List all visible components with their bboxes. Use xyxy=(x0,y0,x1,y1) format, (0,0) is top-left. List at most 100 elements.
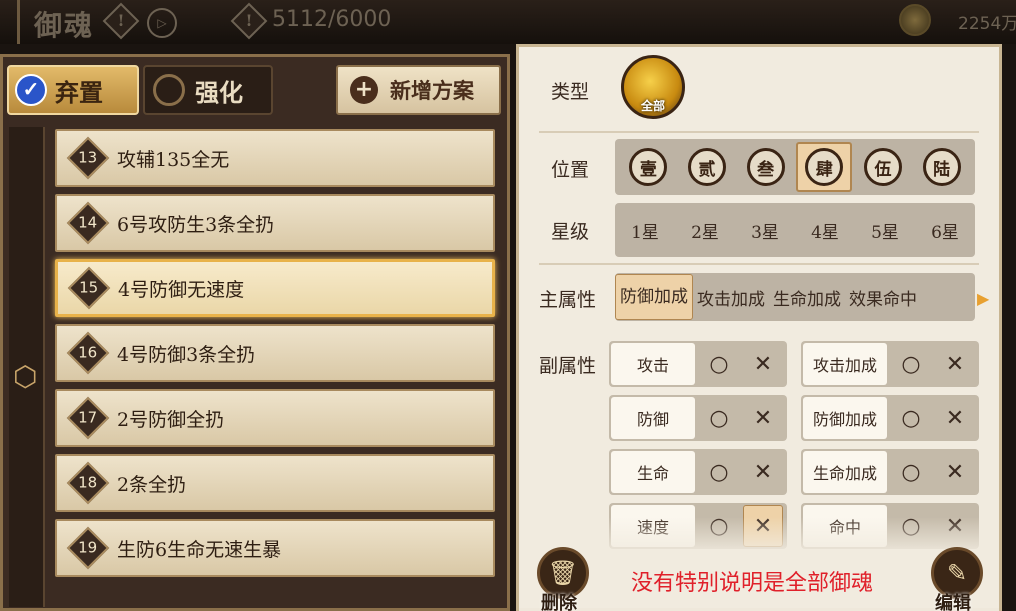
list-item-label: 攻辅135全无 xyxy=(117,148,230,171)
add-plan-button[interactable]: + 新增方案 xyxy=(336,65,501,115)
list-item-selected[interactable]: 15 4号防御无速度 xyxy=(55,259,495,317)
list-item-label: 4号防御3条全扔 xyxy=(117,343,256,366)
list-item[interactable]: 19 生防6生命无速生暴 xyxy=(55,519,495,577)
star-option[interactable]: 6星 xyxy=(931,218,959,243)
star-label: 星级 xyxy=(551,221,590,243)
list-item-label: 生防6生命无速生暴 xyxy=(117,538,282,561)
list-item[interactable]: 13 攻辅135全无 xyxy=(55,129,495,187)
position-slot[interactable]: 壹 xyxy=(620,142,676,192)
capacity-warning-icon: ! xyxy=(230,2,268,40)
number-badge: 17 xyxy=(66,396,110,440)
position-selector: 壹 贰 叁 肆 伍 陆 xyxy=(615,139,975,195)
top-bar: 御魂 ! ▷ ! 5112/6000 2254万 xyxy=(0,0,1016,44)
pencil-icon: ✎ xyxy=(946,559,968,587)
number-badge: 19 xyxy=(66,526,110,570)
tab-discard[interactable]: ✓ 弃置 xyxy=(7,65,139,115)
soul-type-icon[interactable]: 全部 xyxy=(621,55,685,119)
sub-attr-name: 防御加成 xyxy=(803,397,887,439)
soul-capacity-count: 5112/6000 xyxy=(272,7,392,32)
check-icon: ✓ xyxy=(15,74,47,106)
list-item[interactable]: 14 6号攻防生3条全扔 xyxy=(55,194,495,252)
coin-count: 2254万 xyxy=(958,14,1016,34)
star-option[interactable]: 4星 xyxy=(811,218,839,243)
plan-list-panel: ✓ 弃置 强化 + 新增方案 ⬡ 13 攻辅135全无 14 6号攻防生3条全扔… xyxy=(0,54,510,611)
list-item-label: 4号防御无速度 xyxy=(118,278,245,301)
number-badge: 18 xyxy=(66,461,110,505)
position-slot[interactable]: 贰 xyxy=(679,142,735,192)
star-option[interactable]: 3星 xyxy=(751,218,779,243)
discard-option[interactable]: ✕ xyxy=(935,343,975,385)
discard-option[interactable]: ✕ xyxy=(743,343,783,385)
type-label: 类型 xyxy=(551,81,590,103)
main-attr-selector: 防御加成 攻击加成 生命加成 效果命中 xyxy=(615,273,975,321)
position-slot[interactable]: 陆 xyxy=(914,142,970,192)
tab-enhance[interactable]: 强化 xyxy=(143,65,273,115)
page-title: 御魂 xyxy=(34,9,95,42)
add-plan-label: 新增方案 xyxy=(390,78,474,103)
sub-attr-cell: 防御加成 ○ ✕ xyxy=(801,395,979,441)
list-item[interactable]: 16 4号防御3条全扔 xyxy=(55,324,495,382)
star-option[interactable]: 2星 xyxy=(691,218,719,243)
position-slot[interactable]: 伍 xyxy=(855,142,911,192)
keep-option[interactable]: ○ xyxy=(699,343,739,385)
divider xyxy=(539,263,979,265)
discard-option[interactable]: ✕ xyxy=(743,451,783,493)
scroll-right-icon[interactable]: ▶ xyxy=(977,289,989,308)
discard-option[interactable]: ✕ xyxy=(935,451,975,493)
tab-enhance-label: 强化 xyxy=(195,77,243,107)
corner-decoration xyxy=(0,0,20,44)
keep-option[interactable]: ○ xyxy=(699,397,739,439)
main-attr-option[interactable]: 效果命中 xyxy=(845,285,921,310)
sub-attr-cell: 生命 ○ ✕ xyxy=(609,449,787,495)
sub-attr-name: 攻击加成 xyxy=(803,343,887,385)
tab-discard-label: 弃置 xyxy=(55,77,103,107)
plus-icon: + xyxy=(350,76,378,104)
sub-attr-name: 生命加成 xyxy=(803,451,887,493)
list-item-label: 2条全扔 xyxy=(117,473,187,496)
main-attr-option[interactable]: 攻击加成 xyxy=(693,285,769,310)
number-badge: 13 xyxy=(66,136,110,180)
type-value: 全部 xyxy=(640,99,665,113)
star-option[interactable]: 1星 xyxy=(631,218,659,243)
position-slot-selected[interactable]: 肆 xyxy=(796,142,853,192)
discard-option[interactable]: ✕ xyxy=(935,397,975,439)
sub-attr-label: 副属性 xyxy=(539,355,597,377)
discard-option[interactable]: ✕ xyxy=(743,397,783,439)
warning-icon[interactable]: ! xyxy=(102,2,140,40)
star-option[interactable]: 5星 xyxy=(871,218,899,243)
main-attr-option[interactable]: 生命加成 xyxy=(769,285,845,310)
star-selector: 1星 2星 3星 4星 5星 6星 xyxy=(615,203,975,257)
list-item-label: 6号攻防生3条全扔 xyxy=(117,213,275,236)
list-item[interactable]: 17 2号防御全扔 xyxy=(55,389,495,447)
sub-attr-cell: 攻击 ○ ✕ xyxy=(609,341,787,387)
hexagon-icon[interactable]: ⬡ xyxy=(13,363,41,391)
sub-attr-cell: 防御 ○ ✕ xyxy=(609,395,787,441)
keep-option[interactable]: ○ xyxy=(891,397,931,439)
divider xyxy=(539,131,979,133)
sub-attr-cell: 攻击加成 ○ ✕ xyxy=(801,341,979,387)
delete-label: 删除 xyxy=(541,593,577,611)
sub-attr-name: 防御 xyxy=(611,397,695,439)
number-badge: 14 xyxy=(66,201,110,245)
keep-option[interactable]: ○ xyxy=(699,451,739,493)
edit-label: 编辑 xyxy=(935,593,971,611)
position-label: 位置 xyxy=(551,159,590,181)
keep-option[interactable]: ○ xyxy=(891,451,931,493)
position-slot[interactable]: 叁 xyxy=(738,142,794,192)
main-attr-label: 主属性 xyxy=(539,289,597,311)
sub-attr-cell: 生命加成 ○ ✕ xyxy=(801,449,979,495)
plan-list: 13 攻辅135全无 14 6号攻防生3条全扔 15 4号防御无速度 16 4号… xyxy=(55,129,495,584)
plan-detail-panel: 类型 全部 位置 壹 贰 叁 肆 伍 陆 星级 1星 2星 3星 4星 5星 6… xyxy=(516,44,1002,611)
number-badge: 16 xyxy=(66,331,110,375)
play-icon[interactable]: ▷ xyxy=(147,8,177,38)
main-attr-option-selected[interactable]: 防御加成 xyxy=(615,274,693,320)
radio-empty-icon xyxy=(153,74,185,106)
list-item[interactable]: 18 2条全扔 xyxy=(55,454,495,512)
sub-attr-name: 攻击 xyxy=(611,343,695,385)
keep-option[interactable]: ○ xyxy=(891,343,931,385)
number-badge: 15 xyxy=(67,266,111,310)
sub-attr-name: 生命 xyxy=(611,451,695,493)
list-item-label: 2号防御全扔 xyxy=(117,408,225,431)
coin-icon xyxy=(899,4,931,36)
trash-icon: 🗑 xyxy=(547,559,579,587)
